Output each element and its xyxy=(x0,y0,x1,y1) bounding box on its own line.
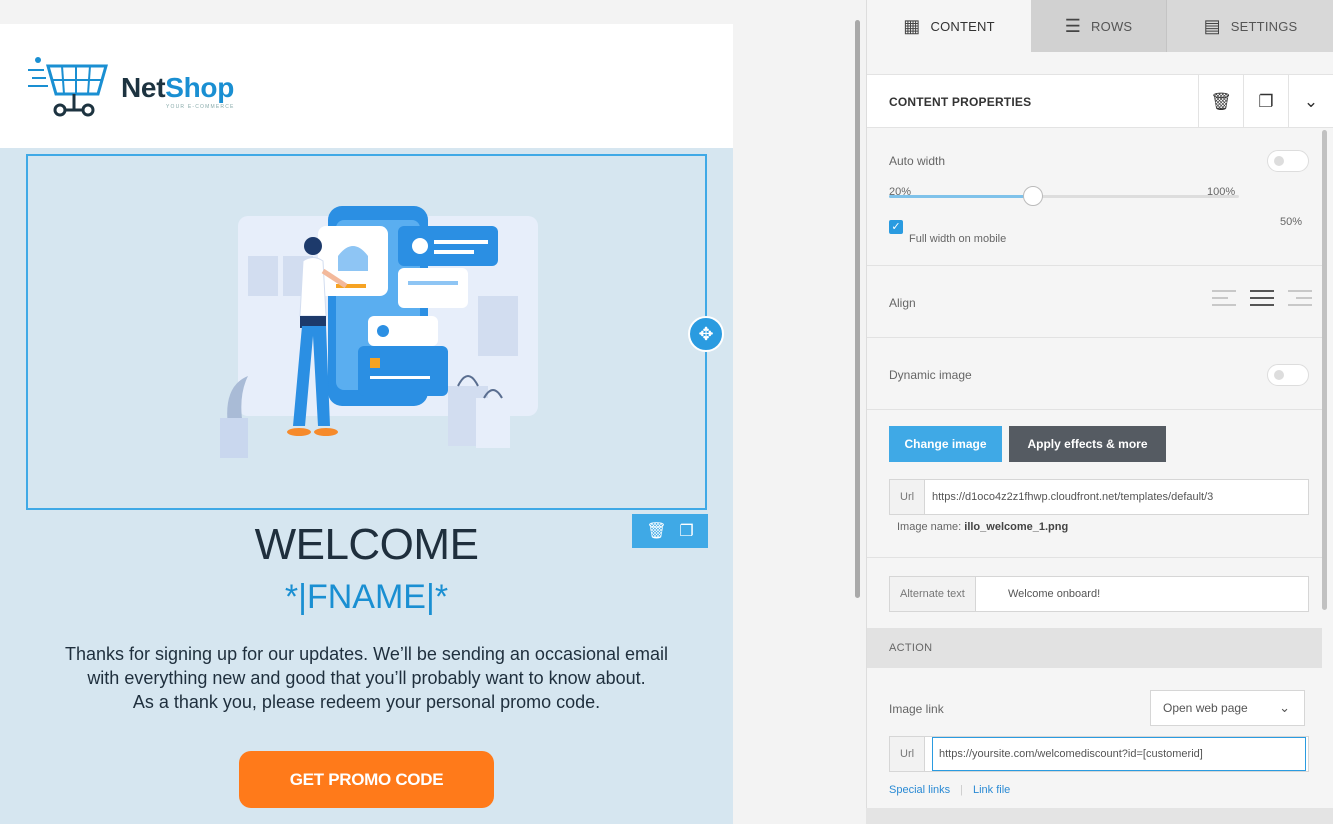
chevron-down-icon[interactable]: ⌄ xyxy=(1288,75,1333,129)
width-section: Auto width 20% 100% 50% ✓ Full width on … xyxy=(867,128,1322,266)
align-options xyxy=(1212,290,1312,306)
url-prefix: Url xyxy=(890,737,926,771)
auto-width-toggle[interactable] xyxy=(1267,150,1309,172)
tab-content[interactable]: ▦ CONTENT xyxy=(867,0,1031,52)
width-slider[interactable] xyxy=(889,186,1239,206)
welcome-heading[interactable]: WELCOME xyxy=(0,520,733,570)
link-helpers: Special links | Link file xyxy=(889,784,1010,796)
logo-wordmark: NetShop xyxy=(121,72,234,104)
intro-line: As a thank you, please redeem your perso… xyxy=(132,692,601,712)
auto-width-label: Auto width xyxy=(889,154,946,168)
rows-icon: ☰ xyxy=(1064,15,1082,36)
image-name-value: illo_welcome_1.png xyxy=(964,521,1069,533)
link-url-field[interactable]: Url https://yoursite.com/welcomediscount… xyxy=(889,736,1309,772)
slider-value-label: 50% xyxy=(1280,216,1303,228)
properties-panel: ▦ CONTENT ☰ ROWS ▤ SETTINGS CONTENT PROP… xyxy=(866,0,1333,824)
content-properties-header: CONTENT PROPERTIES 🗑 ❐ ⌄ xyxy=(867,74,1333,129)
duplicate-icon[interactable]: ❐ xyxy=(1243,75,1288,129)
full-width-mobile-checkbox[interactable]: ✓ xyxy=(889,220,903,234)
content-properties-title: CONTENT PROPERTIES xyxy=(889,95,1032,109)
link-type-select[interactable]: Open web page ⌄ xyxy=(1150,690,1305,726)
tab-spacer xyxy=(867,52,1333,74)
change-image-button[interactable]: Change image xyxy=(889,426,1002,462)
link-type-value: Open web page xyxy=(1163,701,1248,715)
link-file[interactable]: Link file xyxy=(973,784,1010,796)
link-separator: | xyxy=(960,784,963,796)
dynamic-image-toggle[interactable] xyxy=(1267,364,1309,386)
align-center-icon[interactable] xyxy=(1250,290,1274,306)
netshop-logo[interactable]: NetShop YOUR E-COMMERCE xyxy=(26,54,266,124)
dynamic-image-label: Dynamic image xyxy=(889,368,972,382)
panel-scrollbar[interactable] xyxy=(1322,130,1327,610)
logo-net: Net xyxy=(121,72,166,103)
image-link-label: Image link xyxy=(889,702,944,716)
panel-bottom-strip xyxy=(866,808,1333,824)
shopping-cart-logo-icon xyxy=(28,57,108,117)
email-header-row[interactable]: NetShop YOUR E-COMMERCE xyxy=(0,24,733,148)
tab-label: ROWS xyxy=(1091,18,1133,34)
apply-effects-button[interactable]: Apply effects & more xyxy=(1009,426,1166,462)
fname-merge-tag[interactable]: *|FNAME|* xyxy=(0,578,733,617)
align-left-icon[interactable] xyxy=(1212,290,1236,306)
settings-icon: ▤ xyxy=(1203,15,1221,36)
canvas-scrollbar[interactable] xyxy=(855,20,860,598)
intro-paragraph[interactable]: Thanks for signing up for our updates. W… xyxy=(20,642,713,714)
width-slider-thumb[interactable] xyxy=(1022,186,1043,206)
link-url-value[interactable]: https://yoursite.com/welcomediscount?id=… xyxy=(932,737,1306,771)
intro-line: with everything new and good that you’ll… xyxy=(87,668,646,688)
tab-settings[interactable]: ▤ SETTINGS xyxy=(1167,0,1333,52)
image-name: Image name: illo_welcome_1.png xyxy=(897,521,1068,533)
grid-icon: ▦ xyxy=(903,15,921,36)
chevron-down-icon: ⌄ xyxy=(1279,700,1290,715)
logo-shop: Shop xyxy=(165,72,235,103)
email-body-row[interactable]: ✥ 🗑 ❐ WELCOME *|FNAME|* Thanks for signi… xyxy=(0,148,733,824)
width-slider-fill xyxy=(889,195,1033,198)
alt-text-value: Welcome onboard! xyxy=(1008,588,1101,600)
image-url-field[interactable]: Url https://d1oco4z2z1fhwp.cloudfront.ne… xyxy=(889,479,1309,515)
align-section: Align xyxy=(867,266,1322,338)
welcome-illustration-image xyxy=(220,206,538,458)
tab-label: SETTINGS xyxy=(1230,18,1298,34)
align-right-icon[interactable] xyxy=(1288,290,1312,306)
selected-image-block[interactable] xyxy=(26,154,707,510)
url-prefix: Url xyxy=(890,480,926,514)
sidebar-tabs: ▦ CONTENT ☰ ROWS ▤ SETTINGS xyxy=(867,0,1333,52)
intro-line: Thanks for signing up for our updates. W… xyxy=(64,644,669,664)
action-section-header: ACTION xyxy=(867,628,1322,668)
full-width-mobile-label: Full width on mobile xyxy=(909,233,1007,245)
alt-text-field[interactable]: Alternate text Welcome onboard! xyxy=(889,576,1309,612)
tab-label: CONTENT xyxy=(930,18,995,34)
alt-text-prefix: Alternate text xyxy=(890,577,976,611)
align-label: Align xyxy=(889,296,916,310)
action-header-label: ACTION xyxy=(889,642,933,654)
special-links[interactable]: Special links xyxy=(889,784,950,796)
image-url-value: https://d1oco4z2z1fhwp.cloudfront.net/te… xyxy=(932,491,1214,503)
delete-icon[interactable]: 🗑 xyxy=(1198,75,1243,129)
move-handle-icon[interactable]: ✥ xyxy=(688,316,724,352)
tab-rows[interactable]: ☰ ROWS xyxy=(1031,0,1167,52)
dynamic-image-section: Dynamic image xyxy=(867,338,1322,410)
image-name-label: Image name: xyxy=(897,521,962,533)
logo-tagline: YOUR E-COMMERCE xyxy=(166,104,235,110)
get-promo-code-button[interactable]: GET PROMO CODE xyxy=(239,751,494,808)
